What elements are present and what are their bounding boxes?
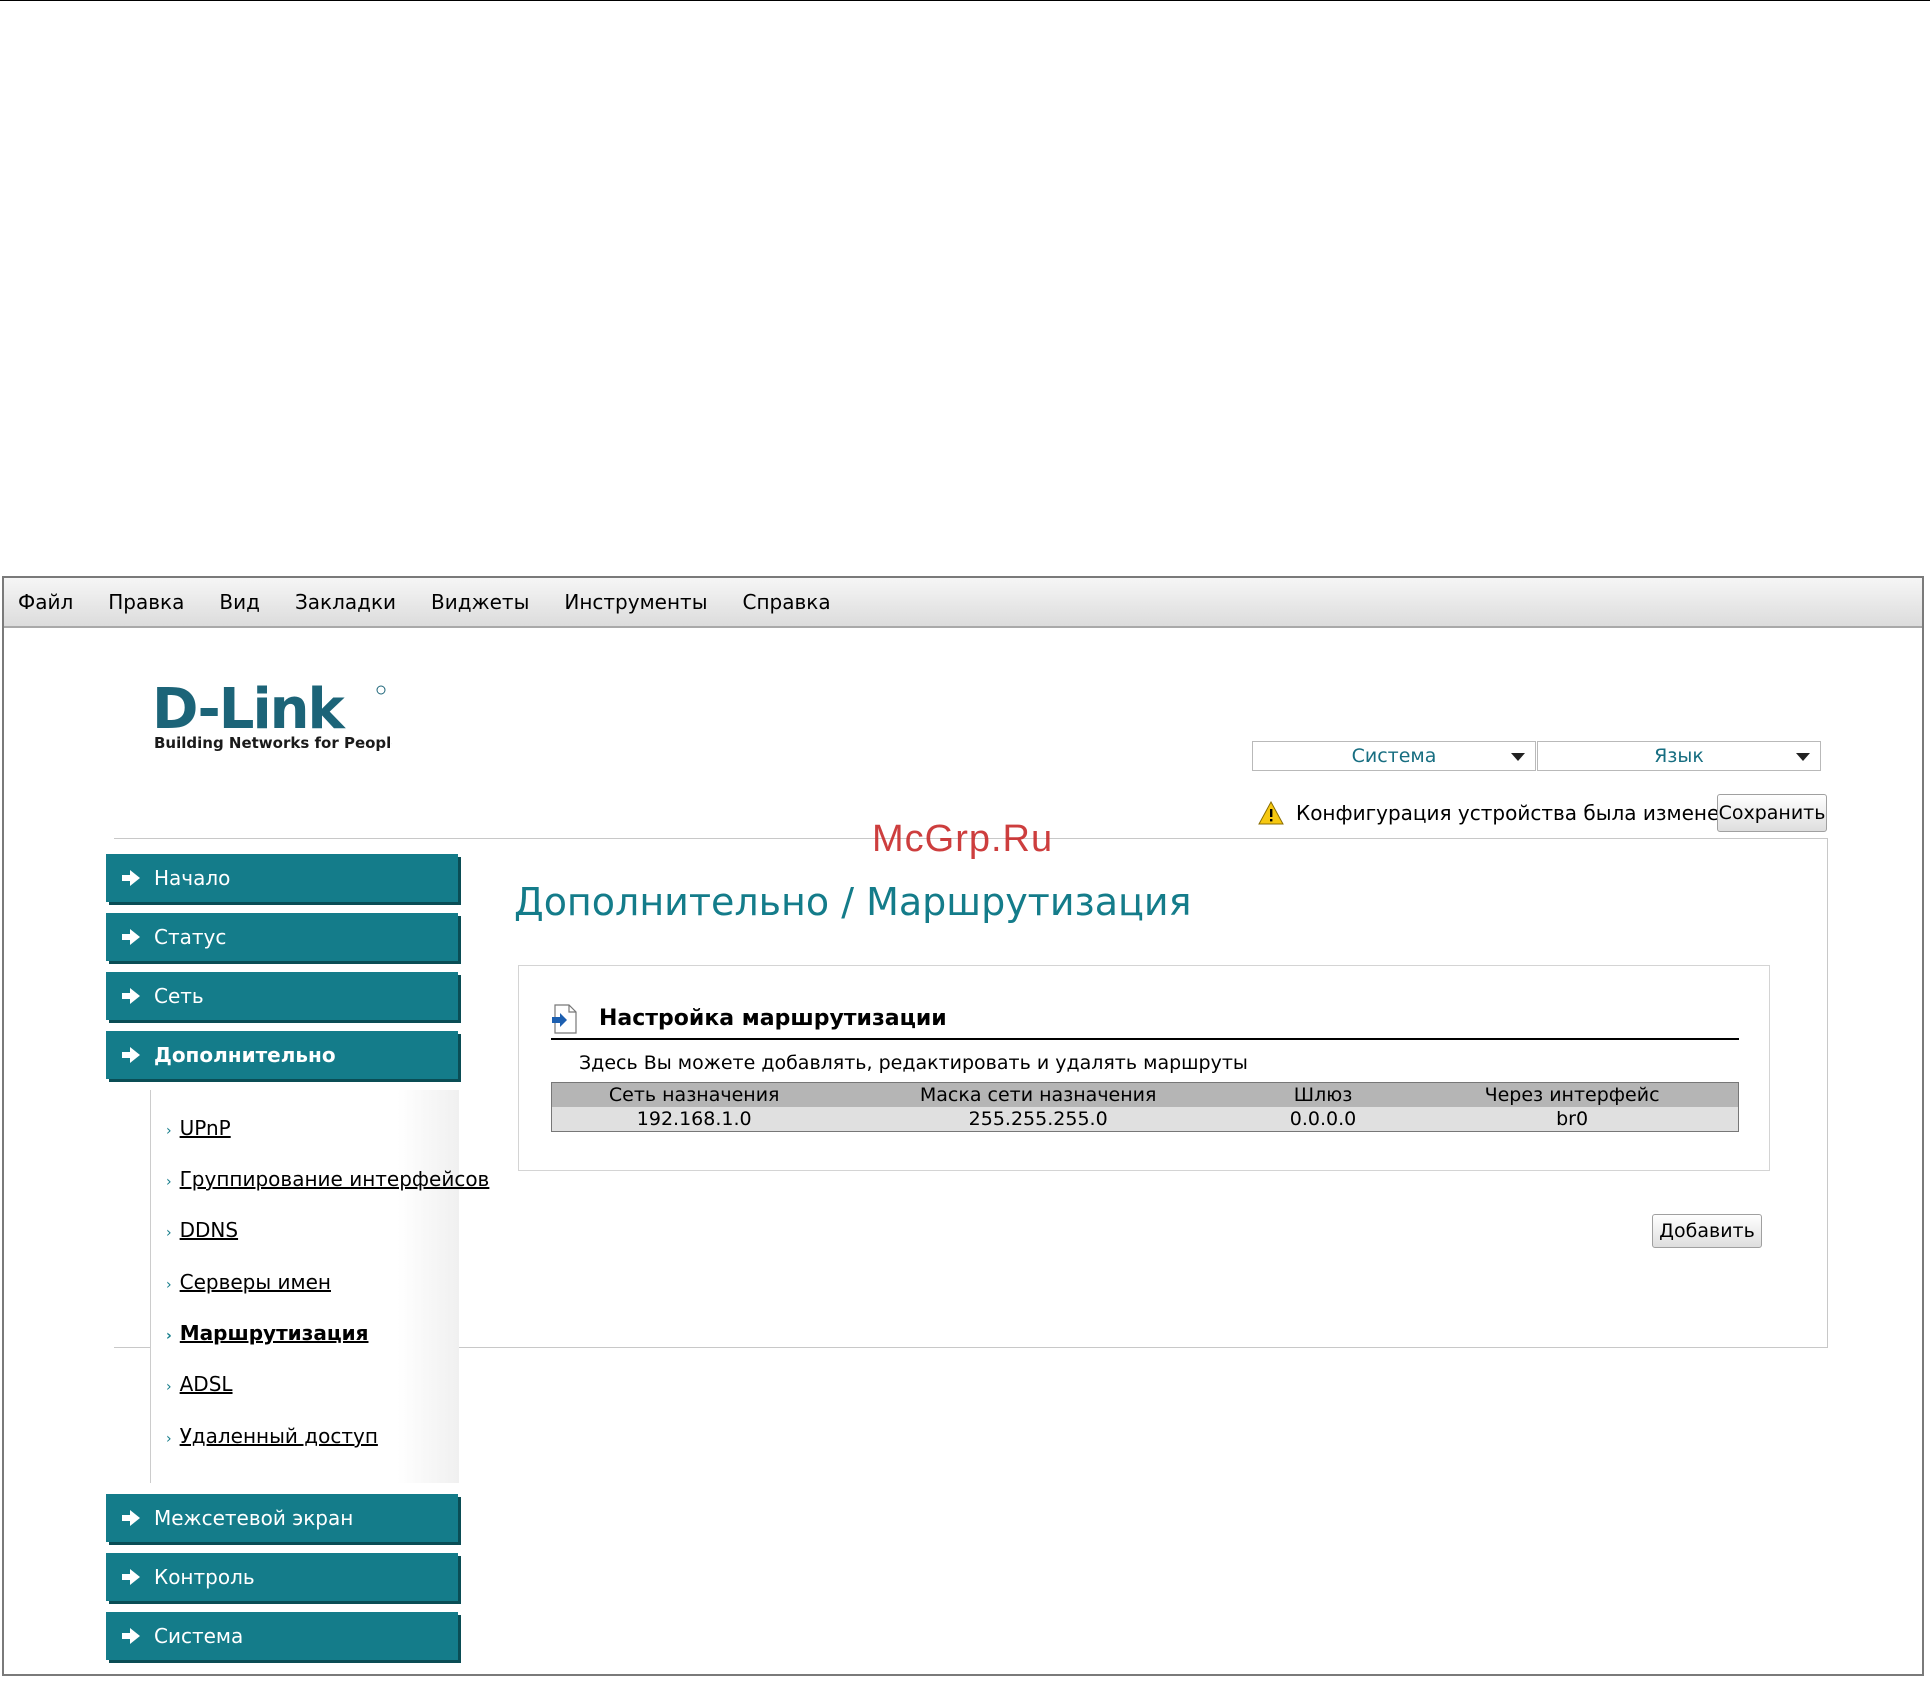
notice-text: Конфигурация устройства была изменена: [1296, 801, 1745, 825]
watermark-text: McGrp.Ru: [872, 818, 1054, 860]
cell-gateway: 0.0.0.0: [1239, 1107, 1407, 1132]
save-button[interactable]: Сохранить: [1717, 794, 1827, 832]
dlink-logo: D-Link Building Networks for People: [152, 677, 401, 752]
submenu-item-ddns[interactable]: › DDNS: [166, 1218, 238, 1242]
sidebar-item-label: Система: [154, 1624, 244, 1648]
sidebar-item-label: Статус: [154, 925, 227, 949]
cell-netmask: 255.255.255.0: [836, 1107, 1240, 1132]
table-row[interactable]: 192.168.1.0 255.255.255.0 0.0.0.0 br0: [551, 1107, 1739, 1132]
sidebar-item-label: Начало: [154, 866, 231, 890]
submenu-item-label: Серверы имен: [179, 1270, 331, 1294]
menu-tools[interactable]: Инструменты: [564, 590, 707, 614]
menu-edit[interactable]: Правка: [108, 590, 184, 614]
document-arrow-icon: [552, 1004, 577, 1034]
routing-panel: Настройка маршрутизации Здесь Вы можете …: [518, 965, 1770, 1171]
panel-description: Здесь Вы можете добавлять, редактировать…: [579, 1052, 1248, 1074]
submenu-item-adsl[interactable]: › ADSL: [166, 1372, 233, 1396]
submenu-item-interface-grouping[interactable]: › Группирование интерфейсов: [166, 1167, 489, 1191]
arrow-right-icon: [122, 1510, 140, 1526]
arrow-right-icon: [122, 870, 140, 886]
menu-file[interactable]: Файл: [18, 590, 73, 614]
chevron-down-icon: [1796, 753, 1810, 761]
logo-graphic: D-Link Building Networks for People: [152, 677, 401, 752]
sidebar-item-label: Дополнительно: [154, 1043, 336, 1067]
menu-view[interactable]: Вид: [219, 590, 260, 614]
sidebar-nav: Начало Статус Сеть Дополнительно › UPnP ›…: [106, 854, 489, 1671]
advanced-submenu: › UPnP › Группирование интерфейсов › DDNS ›…: [106, 1090, 489, 1483]
submenu-item-label: Удаленный доступ: [179, 1424, 378, 1448]
bullet-icon: ›: [166, 1379, 172, 1395]
menu-bookmarks[interactable]: Закладки: [295, 590, 396, 614]
arrow-right-icon: [122, 929, 140, 945]
config-changed-notice: Конфигурация устройства была изменена: [1258, 796, 1745, 830]
bullet-icon: ›: [166, 1225, 172, 1241]
column-header-gateway: Шлюз: [1239, 1082, 1407, 1107]
page-title: Дополнительно / Маршрутизация: [514, 880, 1192, 924]
sidebar-item-control[interactable]: Контроль: [106, 1553, 458, 1601]
submenu-item-label: UPnP: [179, 1116, 231, 1140]
column-header-interface: Через интерфейс: [1406, 1082, 1739, 1107]
bullet-icon: ›: [166, 1174, 172, 1190]
cell-interface: br0: [1406, 1107, 1739, 1132]
arrow-right-icon: [122, 1628, 140, 1644]
table-header-row: Сеть назначения Маска сети назначения Шл…: [551, 1082, 1739, 1107]
sidebar-item-network[interactable]: Сеть: [106, 972, 458, 1020]
chevron-down-icon: [1511, 753, 1525, 761]
arrow-right-icon: [122, 1047, 140, 1063]
add-route-button[interactable]: Добавить: [1652, 1214, 1762, 1248]
arrow-right-icon: [122, 988, 140, 1004]
menu-widgets[interactable]: Виджеты: [431, 590, 529, 614]
system-select[interactable]: Система: [1252, 741, 1536, 771]
arrow-right-icon: [122, 1569, 140, 1585]
menu-bar: Файл Правка Вид Закладки Виджеты Инструм…: [4, 578, 1922, 628]
warning-icon: [1258, 801, 1284, 825]
sidebar-item-firewall[interactable]: Межсетевой экран: [106, 1494, 458, 1542]
browser-window: Файл Правка Вид Закладки Виджеты Инструм…: [2, 576, 1924, 1676]
cell-destination: 192.168.1.0: [551, 1107, 837, 1132]
panel-header: Настройка маршрутизации: [551, 1002, 1739, 1040]
submenu-item-upnp[interactable]: › UPnP: [166, 1116, 231, 1140]
routes-table: Сеть назначения Маска сети назначения Шл…: [551, 1082, 1739, 1132]
submenu-item-label: Маршрутизация: [179, 1321, 369, 1345]
language-select-label: Язык: [1654, 745, 1704, 767]
sidebar-item-label: Межсетевой экран: [154, 1506, 354, 1530]
bullet-icon: ›: [166, 1328, 172, 1344]
panel-title: Настройка маршрутизации: [599, 1006, 947, 1031]
sidebar-item-system[interactable]: Система: [106, 1612, 458, 1660]
menu-help[interactable]: Справка: [742, 590, 830, 614]
submenu-item-label: DDNS: [179, 1218, 239, 1242]
registered-mark: [376, 685, 386, 695]
column-header-netmask: Маска сети назначения: [836, 1082, 1240, 1107]
logo-tagline: Building Networks for People: [154, 734, 392, 752]
top-rule: [0, 0, 1930, 1]
sidebar-item-label: Сеть: [154, 984, 204, 1008]
sidebar-item-status[interactable]: Статус: [106, 913, 458, 961]
system-select-label: Система: [1351, 745, 1437, 767]
bullet-icon: ›: [166, 1277, 172, 1293]
language-select[interactable]: Язык: [1537, 741, 1821, 771]
submenu-item-name-servers[interactable]: › Серверы имен: [166, 1270, 331, 1294]
sidebar-item-label: Контроль: [154, 1565, 255, 1589]
submenu-item-remote-access[interactable]: › Удаленный доступ: [166, 1424, 378, 1448]
logo-brand-text: D-Link: [152, 680, 347, 742]
submenu-item-routing[interactable]: › Маршрутизация: [166, 1321, 369, 1345]
sidebar-item-start[interactable]: Начало: [106, 854, 458, 902]
bullet-icon: ›: [166, 1123, 172, 1139]
bullet-icon: ›: [166, 1431, 172, 1447]
column-header-destination: Сеть назначения: [551, 1082, 837, 1107]
submenu-item-label: Группирование интерфейсов: [179, 1167, 490, 1191]
submenu-item-label: ADSL: [179, 1372, 233, 1396]
sidebar-item-advanced[interactable]: Дополнительно: [106, 1031, 458, 1079]
